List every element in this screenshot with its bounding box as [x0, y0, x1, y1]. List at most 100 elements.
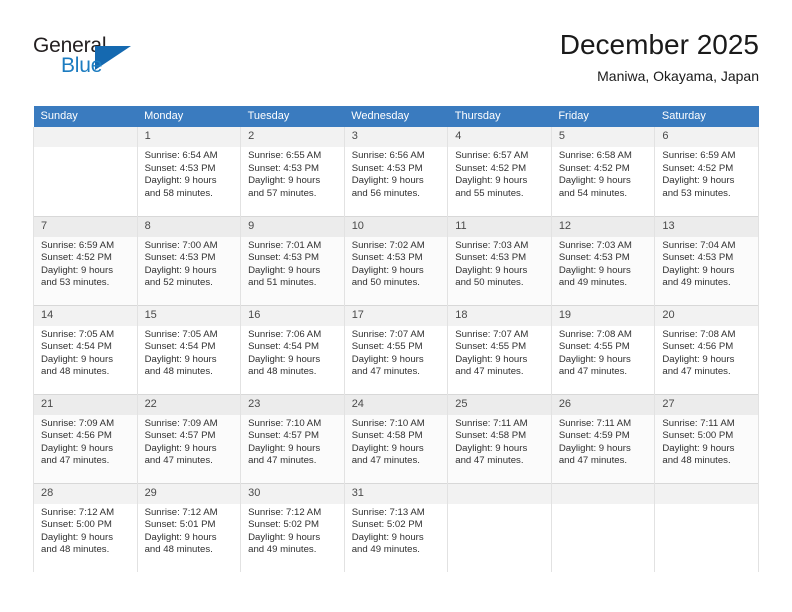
day-number: 8	[137, 216, 241, 237]
sunset-text: Sunset: 4:53 PM	[144, 162, 216, 174]
sunset-text: Sunset: 4:56 PM	[41, 430, 112, 442]
day-info: Sunrise: 7:01 AM Sunset: 4:53 PM Daylight:…	[241, 237, 344, 290]
day-info: Sunrise: 7:10 AM Sunset: 4:58 PM Daylight:…	[345, 415, 448, 468]
sunrise-text: Sunrise: 6:58 AM	[558, 150, 632, 161]
daylight-text-line2: and 56 minutes.	[351, 187, 420, 199]
day-info: Sunrise: 7:11 AM Sunset: 4:59 PM Daylight:…	[552, 415, 655, 468]
day-info: Sunrise: 7:04 AM Sunset: 4:53 PM Daylight:…	[655, 237, 758, 290]
daylight-text-line1: Daylight: 9 hours	[455, 353, 528, 365]
day-info: Sunrise: 7:10 AM Sunset: 4:57 PM Daylight:…	[241, 415, 344, 468]
calendar-day-cell[interactable]: 13 Sunrise: 7:04 AM Sunset: 4:53 PM Dayligh…	[654, 215, 759, 305]
daylight-text-line1: Daylight: 9 hours	[144, 442, 217, 454]
sunset-text: Sunset: 4:55 PM	[351, 341, 423, 353]
weekday-header-tuesday: Tuesday	[240, 106, 345, 127]
calendar-day-cell[interactable]: 30 Sunrise: 7:12 AM Sunset: 5:02 PM Dayligh…	[240, 482, 345, 572]
calendar-day-cell[interactable]: 12 Sunrise: 7:03 AM Sunset: 4:53 PM Dayligh…	[550, 215, 656, 305]
daylight-text-line2: and 48 minutes.	[144, 366, 213, 378]
sunrise-text: Sunrise: 6:55 AM	[248, 150, 322, 161]
daylight-text-line1: Daylight: 9 hours	[41, 531, 113, 543]
daylight-text-line2: and 47 minutes.	[144, 455, 213, 467]
sunrise-text: Sunrise: 6:56 AM	[351, 150, 425, 161]
sunrise-text: Sunrise: 7:12 AM	[144, 506, 218, 518]
sunset-text: Sunset: 4:57 PM	[144, 430, 216, 442]
daylight-text-line2: and 49 minutes.	[248, 544, 317, 556]
sunset-text: Sunset: 4:57 PM	[248, 430, 320, 442]
day-info: Sunrise: 7:08 AM Sunset: 4:56 PM Daylight:…	[655, 326, 758, 379]
day-info: Sunrise: 6:56 AM Sunset: 4:53 PM Daylight:…	[345, 147, 448, 200]
calendar-day-cell[interactable]: 14 Sunrise: 7:05 AM Sunset: 4:54 PM Dayligh…	[33, 304, 138, 394]
day-number: 16	[241, 305, 344, 326]
sunset-text: Sunset: 4:52 PM	[41, 252, 112, 264]
day-number: 9	[241, 216, 344, 237]
weekday-header-monday: Monday	[137, 106, 241, 127]
calendar-day-cell[interactable]: 19 Sunrise: 7:08 AM Sunset: 4:55 PM Dayligh…	[550, 304, 656, 394]
day-info: Sunrise: 7:12 AM Sunset: 5:01 PM Daylight:…	[138, 504, 241, 557]
calendar-day-cell[interactable]: 18 Sunrise: 7:07 AM Sunset: 4:55 PM Dayligh…	[447, 304, 552, 394]
calendar-day-cell[interactable]: 17 Sunrise: 7:07 AM Sunset: 4:55 PM Dayligh…	[343, 304, 449, 394]
daylight-text-line2: and 47 minutes.	[662, 366, 731, 378]
sunrise-text: Sunrise: 7:09 AM	[144, 417, 218, 429]
page-header: General Blue December 2025 Maniwa, Okaya…	[33, 28, 759, 98]
sunrise-text: Sunrise: 7:10 AM	[248, 417, 322, 429]
calendar-day-cell[interactable]: 4 Sunrise: 6:57 AM Sunset: 4:52 PM Daylight…	[447, 127, 552, 216]
day-number: 12	[551, 216, 655, 237]
daylight-text-line1: Daylight: 9 hours	[144, 264, 217, 276]
day-info: Sunrise: 7:07 AM Sunset: 4:55 PM Daylight:…	[345, 326, 448, 379]
logo-text-blue: Blue	[61, 54, 103, 77]
daylight-text-line2: and 49 minutes.	[662, 277, 731, 289]
daylight-text-line2: and 47 minutes.	[558, 366, 628, 378]
calendar-day-cell[interactable]: 22 Sunrise: 7:09 AM Sunset: 4:57 PM Dayligh…	[136, 393, 242, 483]
day-info: Sunrise: 6:58 AM Sunset: 4:52 PM Daylight:…	[552, 147, 655, 200]
daylight-text-line2: and 54 minutes.	[558, 187, 628, 199]
day-number: 14	[34, 305, 137, 326]
sunset-text: Sunset: 4:53 PM	[248, 162, 320, 174]
day-number: 15	[137, 305, 241, 326]
calendar-day-cell[interactable]: 7 Sunrise: 6:59 AM Sunset: 4:52 PM Daylight…	[33, 215, 138, 305]
day-info: Sunrise: 6:59 AM Sunset: 4:52 PM Daylight:…	[655, 147, 758, 200]
day-number: 3	[344, 127, 448, 147]
daylight-text-line1: Daylight: 9 hours	[558, 175, 631, 187]
day-number: 24	[344, 394, 448, 415]
daylight-text-line1: Daylight: 9 hours	[558, 442, 631, 454]
calendar-day-cell[interactable]: 26 Sunrise: 7:11 AM Sunset: 4:59 PM Dayligh…	[550, 393, 656, 483]
calendar-day-cell[interactable]: 27 Sunrise: 7:11 AM Sunset: 5:00 PM Dayligh…	[654, 393, 759, 483]
calendar-day-cell[interactable]: 25 Sunrise: 7:11 AM Sunset: 4:58 PM Dayligh…	[447, 393, 552, 483]
calendar-day-cell[interactable]: 23 Sunrise: 7:10 AM Sunset: 4:57 PM Dayligh…	[240, 393, 345, 483]
calendar-week-row: 1 Sunrise: 6:54 AM Sunset: 4:53 PM Daylight…	[33, 127, 759, 216]
sunrise-text: Sunrise: 7:08 AM	[662, 328, 736, 340]
day-number: 31	[344, 483, 448, 504]
daylight-text-line2: and 50 minutes.	[455, 277, 524, 289]
calendar-day-cell[interactable]: 9 Sunrise: 7:01 AM Sunset: 4:53 PM Daylight…	[240, 215, 345, 305]
sunrise-text: Sunrise: 7:05 AM	[144, 328, 218, 340]
calendar-day-cell[interactable]: 15 Sunrise: 7:05 AM Sunset: 4:54 PM Dayligh…	[136, 304, 242, 394]
calendar-day-cell[interactable]: 6 Sunrise: 6:59 AM Sunset: 4:52 PM Daylight…	[654, 127, 759, 216]
calendar-day-cell[interactable]: 21 Sunrise: 7:09 AM Sunset: 4:56 PM Dayligh…	[33, 393, 138, 483]
calendar-day-cell[interactable]: 2 Sunrise: 6:55 AM Sunset: 4:53 PM Daylight…	[240, 127, 345, 216]
daylight-text-line1: Daylight: 9 hours	[351, 353, 424, 365]
calendar-day-cell[interactable]: 29 Sunrise: 7:12 AM Sunset: 5:01 PM Dayligh…	[136, 482, 242, 572]
calendar-day-cell[interactable]: 3 Sunrise: 6:56 AM Sunset: 4:53 PM Daylight…	[343, 127, 449, 216]
calendar-day-cell[interactable]: 20 Sunrise: 7:08 AM Sunset: 4:56 PM Dayligh…	[654, 304, 759, 394]
daylight-text-line2: and 55 minutes.	[455, 187, 524, 199]
daylight-text-line1: Daylight: 9 hours	[248, 264, 321, 276]
day-number: 26	[551, 394, 655, 415]
sunrise-text: Sunrise: 7:02 AM	[351, 239, 425, 251]
calendar-day-cell[interactable]: 5 Sunrise: 6:58 AM Sunset: 4:52 PM Daylight…	[550, 127, 656, 216]
sunrise-text: Sunrise: 7:12 AM	[41, 506, 115, 518]
calendar-day-cell[interactable]: 8 Sunrise: 7:00 AM Sunset: 4:53 PM Daylight…	[136, 215, 242, 305]
calendar-day-cell[interactable]: 1 Sunrise: 6:54 AM Sunset: 4:53 PM Daylight…	[136, 127, 242, 216]
sunrise-text: Sunrise: 7:01 AM	[248, 239, 322, 251]
sunset-text: Sunset: 4:55 PM	[558, 341, 630, 353]
calendar-day-cell[interactable]: 10 Sunrise: 7:02 AM Sunset: 4:53 PM Dayligh…	[343, 215, 449, 305]
calendar-day-cell[interactable]: 11 Sunrise: 7:03 AM Sunset: 4:53 PM Dayligh…	[447, 215, 552, 305]
calendar-day-cell[interactable]: 16 Sunrise: 7:06 AM Sunset: 4:54 PM Dayligh…	[240, 304, 345, 394]
weekday-header-sunday: Sunday	[33, 106, 138, 127]
calendar-day-cell[interactable]: 28 Sunrise: 7:12 AM Sunset: 5:00 PM Dayligh…	[33, 482, 138, 572]
sunset-text: Sunset: 5:00 PM	[41, 519, 112, 531]
day-number: 25	[448, 394, 551, 415]
daylight-text-line1: Daylight: 9 hours	[144, 175, 217, 187]
daylight-text-line2: and 48 minutes.	[144, 544, 213, 556]
calendar-day-cell[interactable]: 31 Sunrise: 7:13 AM Sunset: 5:02 PM Dayligh…	[343, 482, 449, 572]
calendar-day-cell[interactable]: 24 Sunrise: 7:10 AM Sunset: 4:58 PM Dayligh…	[343, 393, 449, 483]
sunrise-text: Sunrise: 7:10 AM	[351, 417, 425, 429]
